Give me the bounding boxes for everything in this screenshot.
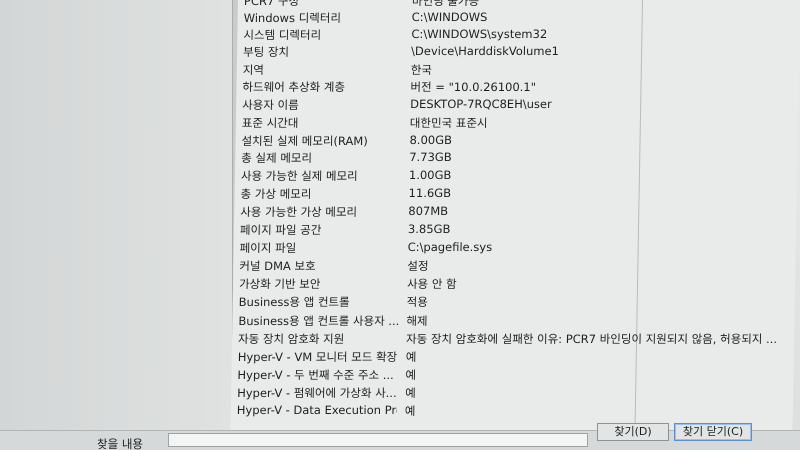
- row-key: 사용 가능한 가상 메모리: [240, 205, 358, 219]
- row-value: 8.00GB: [409, 133, 453, 147]
- row-value: 바인딩 불가능: [411, 0, 480, 8]
- find-input[interactable]: [168, 433, 588, 447]
- row-value: 적용: [406, 295, 429, 309]
- table-row[interactable]: Hyper-V - 펌웨어에 가상화 사... 예: [231, 385, 793, 402]
- row-key: 자동 장치 암호화 지원: [237, 332, 345, 346]
- table-row[interactable]: 하드웨어 추상화 계층 버전 = "10.0.26100.1": [236, 79, 798, 96]
- row-value: 11.6GB: [408, 186, 452, 200]
- table-row[interactable]: 총 실제 메모리 7.73GB: [235, 150, 797, 167]
- row-value: 한국: [410, 63, 433, 77]
- row-key: Hyper-V - 펌웨어에 가상화 사...: [237, 386, 397, 400]
- table-row[interactable]: 설치된 실제 메모리(RAM) 8.00GB: [235, 133, 797, 150]
- table-row[interactable]: Windows 디렉터리 C:\WINDOWS: [238, 10, 800, 27]
- row-value: C:\WINDOWS\system32: [411, 27, 548, 41]
- row-value: C:\pagefile.sys: [407, 240, 493, 254]
- row-key: Hyper-V - Data Execution Pro...: [236, 403, 397, 417]
- row-key: Hyper-V - 두 번째 수준 주소 ...: [237, 368, 394, 382]
- table-row[interactable]: 페이지 파일 C:\pagefile.sys: [234, 240, 796, 257]
- table-row[interactable]: PCR7 구성 바인딩 불가능: [238, 0, 800, 10]
- table-row[interactable]: 지역 한국: [237, 62, 799, 79]
- row-key: Windows 디렉터리: [243, 11, 342, 25]
- table-row[interactable]: 가상화 기반 보안 사용 안 함: [233, 276, 795, 293]
- table-row[interactable]: 페이지 파일 공간 3.85GB: [234, 222, 796, 239]
- table-row[interactable]: 사용 가능한 가상 메모리 807MB: [234, 204, 796, 221]
- row-key: 지역: [242, 63, 265, 77]
- table-row[interactable]: Business용 앱 컨트롤 사용자 ... 해제: [232, 313, 794, 330]
- row-key: 가상화 기반 보안: [238, 277, 321, 291]
- row-value: 1.00GB: [408, 168, 452, 182]
- row-key: 총 가상 메모리: [240, 187, 312, 201]
- row-value: 예: [405, 350, 417, 364]
- row-key: 사용자 이름: [242, 98, 299, 112]
- table-row[interactable]: 사용 가능한 실제 메모리 1.00GB: [235, 168, 797, 185]
- system-information-window: PCR7 구성 바인딩 불가능 Windows 디렉터리 C:\WINDOWS 시스…: [0, 0, 800, 450]
- category-tree-pane[interactable]: [0, 0, 232, 430]
- table-row[interactable]: 커널 DMA 보호 설정: [233, 258, 795, 275]
- row-key: 시스템 디렉터리: [243, 28, 322, 42]
- row-key: 페이지 파일: [239, 241, 297, 255]
- row-key: 사용 가능한 실제 메모리: [240, 169, 358, 183]
- row-value: 7.73GB: [409, 150, 452, 164]
- row-key: PCR7 구성: [243, 0, 300, 8]
- table-row[interactable]: 자동 장치 암호화 지원 자동 장치 암호화에 실패한 이유: PCR7 바인딩이…: [232, 331, 794, 348]
- row-key: 설치된 실제 메모리(RAM): [241, 134, 368, 148]
- row-key: Business용 앱 컨트롤: [238, 295, 350, 309]
- row-value: 예: [405, 386, 416, 400]
- row-value: 예: [405, 368, 417, 382]
- row-value: 버전 = "10.0.26100.1": [410, 80, 537, 94]
- system-summary-table: PCR7 구성 바인딩 불가능 Windows 디렉터리 C:\WINDOWS 시스…: [230, 0, 800, 430]
- find-label: 찾을 내용: [97, 437, 143, 450]
- row-key: Hyper-V - VM 모니터 모드 확장: [237, 350, 398, 364]
- table-row[interactable]: 부팅 장치 \Device\HarddiskVolume1: [237, 44, 799, 61]
- row-key: 하드웨어 추상화 계층: [242, 80, 346, 94]
- row-value: 설정: [407, 259, 429, 273]
- row-value: 807MB: [408, 204, 449, 218]
- table-row[interactable]: 시스템 디렉터리 C:\WINDOWS\system32: [237, 27, 799, 44]
- row-value: 자동 장치 암호화에 실패한 이유: PCR7 바인딩이 지원되지 않음, 허용…: [405, 332, 778, 346]
- row-value: \Device\HarddiskVolume1: [410, 44, 560, 58]
- table-row[interactable]: Hyper-V - VM 모니터 모드 확장 예: [232, 349, 794, 366]
- row-value: C:\WINDOWS: [411, 10, 488, 24]
- table-row[interactable]: 총 가상 메모리 11.6GB: [234, 186, 796, 203]
- row-value: 대한민국 표준시: [409, 116, 488, 130]
- table-row[interactable]: Hyper-V - Data Execution Pro... 예: [231, 403, 793, 420]
- row-key: 표준 시간대: [241, 116, 299, 130]
- row-value: 3.85GB: [407, 222, 451, 236]
- row-key: 커널 DMA 보호: [239, 259, 316, 273]
- row-value: 해제: [406, 314, 428, 328]
- row-key: 총 실제 메모리: [241, 151, 313, 165]
- close-find-button[interactable]: 찾기 닫기(C): [674, 423, 752, 441]
- table-row[interactable]: Business용 앱 컨트롤 적용: [233, 294, 795, 311]
- table-row[interactable]: 표준 시간대 대한민국 표준시: [236, 115, 798, 132]
- row-key: 부팅 장치: [242, 45, 290, 59]
- table-row[interactable]: 사용자 이름 DESKTOP-7RQC8EH\user: [236, 97, 798, 114]
- row-key: 페이지 파일 공간: [239, 223, 322, 237]
- row-key: Business용 앱 컨트롤 사용자 ...: [238, 314, 399, 328]
- row-value: DESKTOP-7RQC8EH\user: [410, 97, 552, 111]
- row-value: 사용 안 함: [406, 277, 457, 291]
- find-button[interactable]: 찾기(D): [597, 423, 669, 441]
- table-row[interactable]: Hyper-V - 두 번째 수준 주소 ... 예: [231, 367, 793, 384]
- row-value: 예: [404, 404, 416, 418]
